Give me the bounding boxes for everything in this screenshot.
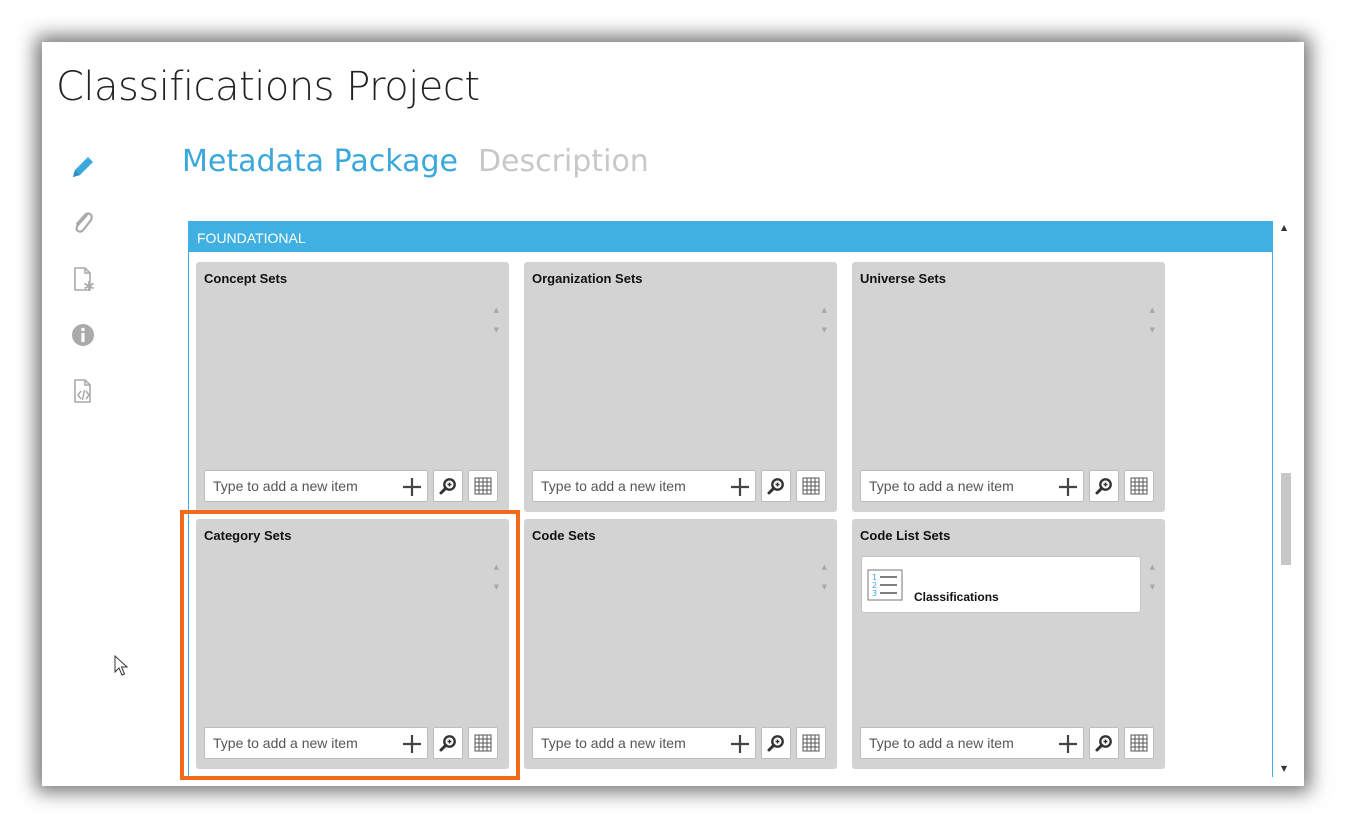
grid-view-button[interactable]: [468, 727, 498, 759]
search-icon: [1095, 735, 1112, 752]
panel-title: Organization Sets: [532, 271, 643, 286]
plus-icon[interactable]: [400, 732, 424, 756]
pencil-icon[interactable]: [68, 152, 98, 182]
add-item-row: [532, 727, 832, 759]
search-button[interactable]: [433, 470, 463, 502]
scroll-thumb[interactable]: [1281, 473, 1291, 565]
add-item-row: [532, 470, 832, 502]
document-code-icon[interactable]: [68, 376, 98, 406]
plus-icon[interactable]: [400, 475, 424, 499]
panel-title: Category Sets: [204, 528, 292, 543]
app-window: Classifications Project Metadata Package…: [42, 42, 1304, 786]
panel-title: Universe Sets: [860, 271, 946, 286]
add-item-field: [860, 727, 1084, 759]
plus-icon[interactable]: [1056, 732, 1080, 756]
scroll-down-icon[interactable]: ▼: [1281, 764, 1287, 773]
plus-icon[interactable]: [728, 475, 752, 499]
grid-view-button[interactable]: [1124, 470, 1154, 502]
paperclip-icon[interactable]: [68, 208, 98, 238]
add-item-input[interactable]: [869, 734, 1049, 752]
add-item-field: [204, 470, 428, 502]
tab-bar: Metadata Package Description: [182, 144, 649, 179]
plus-icon[interactable]: [728, 732, 752, 756]
search-button[interactable]: [1089, 727, 1119, 759]
search-button[interactable]: [1089, 470, 1119, 502]
panel-scrollbar[interactable]: ▲ ▼: [1150, 300, 1155, 340]
panel-title: Concept Sets: [204, 271, 288, 286]
add-item-field: [532, 727, 756, 759]
tab-metadata-package[interactable]: Metadata Package: [182, 144, 458, 179]
section-header: FOUNDATIONAL: [189, 222, 1272, 252]
add-item-input[interactable]: [541, 477, 721, 495]
foundational-section: FOUNDATIONAL Concept Sets ▲▼ Organizatio…: [188, 221, 1273, 777]
add-item-row: [860, 727, 1160, 759]
list-item-classifications[interactable]: 1 2 3 Classifications: [861, 556, 1141, 613]
add-item-input[interactable]: [213, 477, 393, 495]
search-button[interactable]: [433, 727, 463, 759]
grid-icon: [474, 477, 492, 495]
add-item-row: [860, 470, 1160, 502]
search-icon: [1095, 478, 1112, 495]
panel-category-sets: Category Sets ▲ ▼: [196, 519, 509, 769]
panel-code-list-sets: Code List Sets 1 2 3 Classifications ▲ ▼: [852, 519, 1165, 769]
add-item-field: [860, 470, 1084, 502]
svg-text:3: 3: [872, 589, 877, 598]
add-item-row: [204, 470, 504, 502]
mouse-cursor-icon: [114, 655, 129, 676]
search-icon: [439, 478, 456, 495]
tab-description[interactable]: Description: [478, 144, 649, 179]
panel-scrollbar[interactable]: ▲ ▼: [822, 557, 827, 597]
grid-view-button[interactable]: [796, 470, 826, 502]
panel-scrollbar[interactable]: ▲ ▼: [494, 557, 499, 597]
add-item-field: [204, 727, 428, 759]
grid-view-button[interactable]: [1124, 727, 1154, 759]
scroll-up-icon[interactable]: ▲: [1281, 223, 1287, 232]
grid-icon: [1130, 734, 1148, 752]
add-item-input[interactable]: [869, 477, 1049, 495]
search-button[interactable]: [761, 470, 791, 502]
panel-organization-sets: Organization Sets ▲ ▼: [524, 262, 837, 512]
panel-universe-sets: Universe Sets ▲ ▼: [852, 262, 1165, 512]
list-item-label: Classifications: [914, 590, 999, 604]
grid-view-button[interactable]: [468, 470, 498, 502]
search-icon: [767, 735, 784, 752]
main-scrollbar[interactable]: ▲ ▼: [1276, 221, 1296, 777]
search-icon: [439, 735, 456, 752]
grid-view-button[interactable]: [796, 727, 826, 759]
panel-concept-sets: Concept Sets ▲ ▼: [196, 262, 509, 512]
grid-icon: [802, 477, 820, 495]
search-icon: [767, 478, 784, 495]
search-button[interactable]: [761, 727, 791, 759]
panel-scrollbar[interactable]: ▲ ▼: [494, 300, 499, 340]
panel-title: Code List Sets: [860, 528, 951, 543]
page-title: Classifications Project: [56, 64, 480, 110]
add-item-input[interactable]: [213, 734, 393, 752]
info-icon[interactable]: [68, 320, 98, 350]
document-asterisk-icon[interactable]: [68, 264, 98, 294]
add-item-input[interactable]: [541, 734, 721, 752]
panel-title: Code Sets: [532, 528, 596, 543]
numbered-list-icon: 1 2 3: [867, 569, 903, 601]
panel-code-sets: Code Sets ▲ ▼: [524, 519, 837, 769]
add-item-field: [532, 470, 756, 502]
grid-icon: [1130, 477, 1148, 495]
plus-icon[interactable]: [1056, 475, 1080, 499]
grid-icon: [802, 734, 820, 752]
panel-scrollbar[interactable]: ▲ ▼: [1150, 557, 1155, 597]
panel-scrollbar[interactable]: ▲ ▼: [822, 300, 827, 340]
add-item-row: [204, 727, 504, 759]
grid-icon: [474, 734, 492, 752]
